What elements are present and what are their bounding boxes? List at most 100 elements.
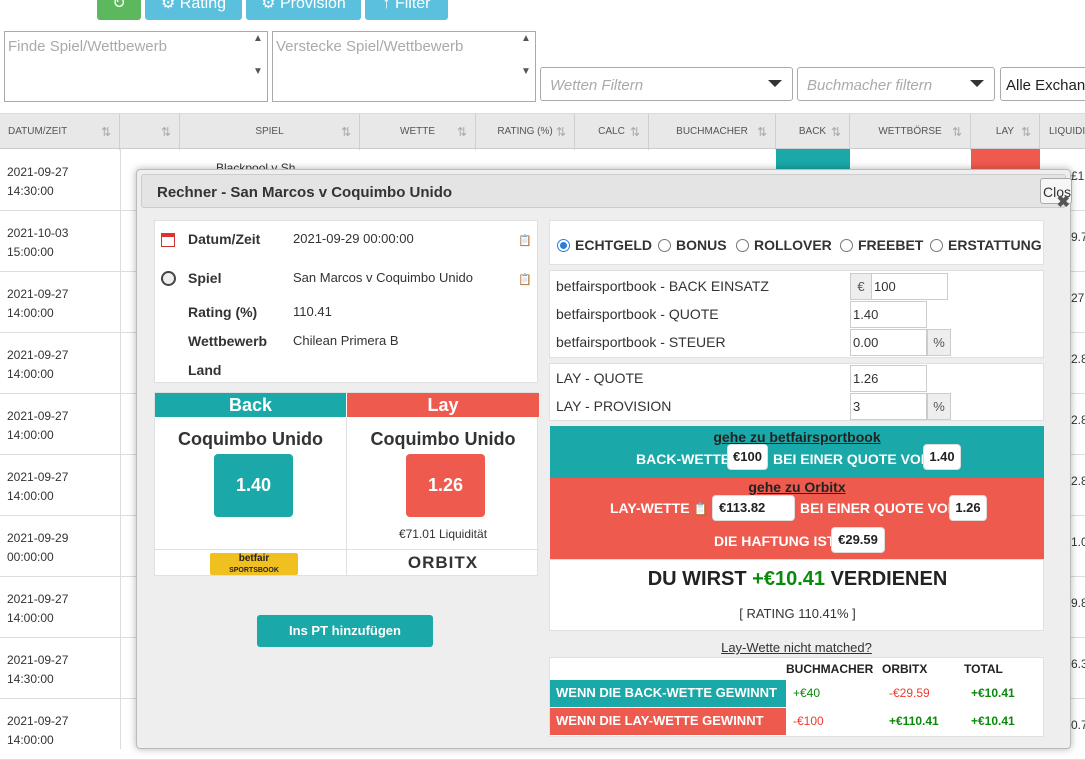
tax-input[interactable]: 0.00 bbox=[850, 329, 927, 356]
row-liquidity: 2.8 bbox=[1071, 413, 1085, 427]
betfair-sportsbook-logo[interactable]: betfair SPORTSBOOK bbox=[210, 553, 298, 575]
exchange-filter-value: Alle Exchan bbox=[1006, 77, 1085, 94]
find-game-input[interactable]: Finde Spiel/Wettbewerb ▲ ▼ bbox=[4, 31, 268, 102]
radio-bonus[interactable]: BONUS bbox=[658, 237, 727, 253]
row-datetime: 2021-09-27 14:00:00 bbox=[7, 470, 69, 503]
close-icon[interactable]: ✖ bbox=[1057, 192, 1070, 212]
col-exchange[interactable]: WETTBÖRSE ⇅ bbox=[850, 114, 971, 150]
scrollbar[interactable]: ▲ ▼ bbox=[518, 33, 534, 101]
back-odds-label: betfairsportbook - QUOTE bbox=[556, 306, 719, 322]
back-result-box: gehe zu betfairsportbook BACK-WETTE €100… bbox=[550, 426, 1044, 478]
refresh-icon: ↻ bbox=[112, 0, 126, 12]
date-label: Datum/Zeit bbox=[188, 231, 261, 247]
go-to-bookmaker-link[interactable]: gehe zu betfairsportbook bbox=[550, 429, 1044, 445]
at-odds-label: BEI EINER QUOTE VON bbox=[773, 451, 931, 467]
copy-icon[interactable]: 📋 bbox=[518, 234, 532, 247]
orbitx-logo[interactable]: ORBITX bbox=[347, 553, 539, 573]
row-liquidity: £16.3 bbox=[1071, 169, 1085, 183]
divider bbox=[155, 549, 539, 550]
lay-liquidity: €71.01 Liquidität bbox=[398, 527, 488, 541]
bookmaker-filter-select[interactable]: Buchmacher filtern bbox=[797, 67, 995, 101]
row-datetime: 2021-09-27 14:30:00 bbox=[7, 165, 69, 198]
lay-not-matched-link[interactable]: Lay-Wette nicht matched? bbox=[549, 640, 1044, 655]
col-label: CALC bbox=[598, 126, 625, 137]
refresh-button[interactable]: ↻ bbox=[97, 0, 141, 20]
col-datetime[interactable]: DATUM/ZEIT ⇅ bbox=[0, 114, 120, 150]
radio-rollover[interactable]: ROLLOVER bbox=[736, 237, 832, 253]
lay-commission-label: LAY - PROVISION bbox=[556, 398, 672, 414]
sort-icon: ⇅ bbox=[456, 125, 467, 139]
lay-commission-input[interactable]: 3 bbox=[850, 393, 927, 420]
col-rating[interactable]: RATING (%) ⇅ bbox=[476, 114, 575, 150]
radio-echtgeld[interactable]: ECHTGELD bbox=[557, 237, 652, 253]
clipboard-icon[interactable]: 📋 bbox=[693, 502, 708, 516]
back-bet-form: betfairsportbook - BACK EINSATZ € 100 be… bbox=[549, 270, 1044, 358]
hide-game-input[interactable]: Verstecke Spiel/Wettbewerb ▲ ▼ bbox=[272, 31, 536, 102]
rating-button[interactable]: ⚙ Rating bbox=[145, 0, 242, 20]
col-blank[interactable]: ⇅ bbox=[120, 114, 180, 150]
radio-checked-icon bbox=[557, 239, 570, 252]
radio-erstattung[interactable]: ERSTATTUNG bbox=[930, 237, 1042, 253]
radio-icon bbox=[840, 239, 853, 252]
lay-result-box: gehe zu Orbitx LAY-WETTE 📋 €113.82 BEI E… bbox=[550, 478, 1044, 559]
outcome-value: +€10.41 bbox=[971, 714, 1015, 728]
percent-addon: % bbox=[927, 329, 951, 356]
col-label: LIQUIDI bbox=[1049, 126, 1085, 137]
sort-icon: ⇅ bbox=[340, 125, 351, 139]
tax-label: betfairsportbook - STEUER bbox=[556, 334, 726, 350]
col-bookmaker[interactable]: BUCHMACHER ⇅ bbox=[649, 114, 776, 150]
back-stake-input[interactable]: 100 bbox=[871, 273, 948, 300]
find-game-placeholder: Finde Spiel/Wettbewerb bbox=[8, 38, 167, 55]
go-to-exchange-link[interactable]: gehe zu Orbitx bbox=[550, 479, 1044, 495]
lay-odds-input[interactable]: 1.26 bbox=[850, 365, 927, 392]
caret-down-icon bbox=[768, 80, 782, 87]
col-bet[interactable]: WETTE ⇅ bbox=[360, 114, 476, 150]
lay-bet-form: LAY - QUOTE 1.26 LAY - PROVISION 3 % bbox=[549, 363, 1044, 421]
sort-icon: ⇅ bbox=[756, 125, 767, 139]
col-lay[interactable]: LAY ⇅ bbox=[971, 114, 1040, 150]
scrollbar[interactable]: ▲ ▼ bbox=[250, 33, 266, 101]
copy-icon[interactable]: 📋 bbox=[518, 273, 532, 286]
row-datetime: 2021-09-27 14:30:00 bbox=[7, 653, 69, 686]
back-stake-label: betfairsportbook - BACK EINSATZ bbox=[556, 278, 769, 294]
add-to-pt-button[interactable]: Ins PT hinzufügen bbox=[257, 615, 433, 647]
date-value: 2021-09-29 00:00:00 bbox=[293, 231, 414, 246]
row-liquidity: 9.8 bbox=[1071, 596, 1085, 610]
col-label: BUCHMACHER bbox=[676, 126, 748, 137]
dialog-title: Rechner - San Marcos v Coquimbo Unido bbox=[157, 184, 453, 201]
dialog-title-bar[interactable]: Rechner - San Marcos v Coquimbo Unido bbox=[141, 174, 1066, 208]
radio-freebet[interactable]: FREEBET bbox=[840, 237, 923, 253]
row-liquidity: 6.3 bbox=[1071, 657, 1085, 671]
bet-type-panel: ECHTGELD BONUS ROLLOVER FREEBET ERSTATTU… bbox=[549, 220, 1044, 265]
lay-bet-label: LAY-WETTE bbox=[610, 500, 690, 516]
sort-icon: ⇅ bbox=[555, 125, 566, 139]
bookmaker-filter-placeholder: Buchmacher filtern bbox=[807, 77, 933, 94]
exchange-filter-select[interactable]: Alle Exchan bbox=[1000, 67, 1085, 101]
row-datetime: 2021-09-27 14:00:00 bbox=[7, 409, 69, 442]
outcome-lay-wins-label: WENN DIE LAY-WETTE GEWINNT bbox=[550, 708, 786, 735]
lay-odds[interactable]: 1.26 bbox=[406, 454, 485, 517]
bets-filter-placeholder: Wetten Filtern bbox=[550, 77, 644, 94]
profit-value: +€10.41 bbox=[752, 568, 826, 590]
sort-icon: ⇅ bbox=[100, 125, 111, 139]
provision-button-label: Provision bbox=[279, 0, 346, 12]
row-liquidity: 1.0 bbox=[1071, 535, 1085, 549]
liability-value: €29.59 bbox=[831, 527, 885, 553]
col-liquidity[interactable]: LIQUIDI bbox=[1040, 114, 1085, 150]
lay-header: Lay bbox=[347, 393, 539, 417]
col-calc[interactable]: CALC ⇅ bbox=[575, 114, 649, 150]
row-datetime: 2021-09-27 14:00:00 bbox=[7, 348, 69, 381]
col-back[interactable]: BACK ⇅ bbox=[776, 114, 850, 150]
back-odds-input[interactable]: 1.40 bbox=[850, 301, 927, 328]
col-game[interactable]: SPIEL ⇅ bbox=[180, 114, 360, 150]
outcome-value: +€110.41 bbox=[889, 714, 939, 728]
provision-button[interactable]: ⚙ Provision bbox=[246, 0, 361, 20]
at-odds-label: BEI EINER QUOTE VON bbox=[800, 500, 958, 516]
back-bet-label: BACK-WETTE bbox=[636, 451, 731, 467]
profit-headline: DU WIRST +€10.41 VERDIENEN bbox=[647, 568, 948, 590]
bets-filter-select[interactable]: Wetten Filtern bbox=[540, 67, 793, 101]
back-odds[interactable]: 1.40 bbox=[214, 454, 293, 517]
filter-button[interactable]: ↑ Filter bbox=[365, 0, 448, 20]
radio-icon bbox=[736, 239, 749, 252]
col-label: WETTBÖRSE bbox=[878, 126, 942, 137]
